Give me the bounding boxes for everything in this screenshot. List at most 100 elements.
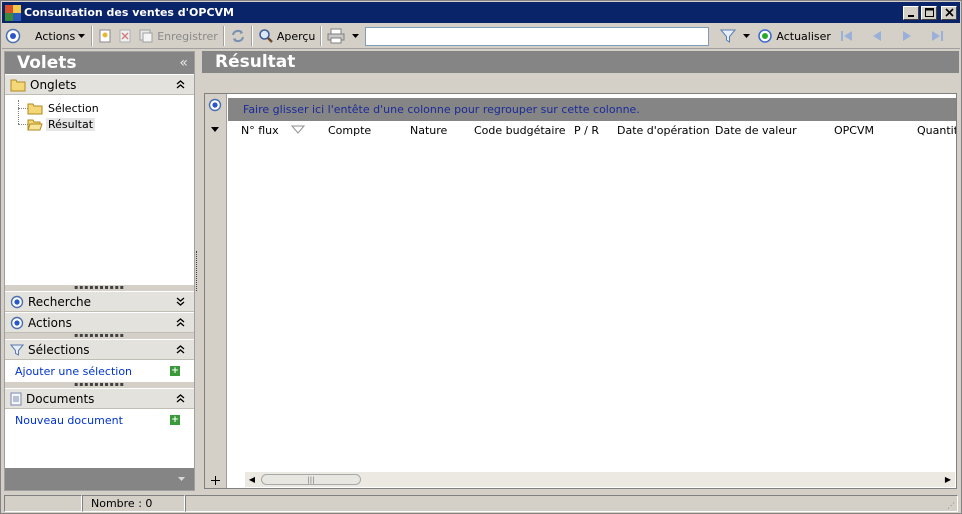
actions-section-header[interactable]: Actions <box>5 312 194 333</box>
onglets-label: Onglets <box>30 77 77 92</box>
tree-item-selection[interactable]: Sélection <box>5 100 194 116</box>
column-headers: N° flux Compte Nature Code budgétaire P … <box>228 122 956 139</box>
title-bar[interactable]: Consultation des ventes d'OPCVM <box>2 2 960 23</box>
refresh-button[interactable]: Actualiser <box>754 25 834 47</box>
status-cell-empty <box>4 494 82 512</box>
delete-icon <box>119 29 131 43</box>
tree-item-label: Résultat <box>46 117 96 131</box>
print-button[interactable] <box>324 25 348 47</box>
radio-icon <box>10 295 24 308</box>
magnifier-icon <box>259 29 273 43</box>
minimize-button[interactable] <box>903 5 919 20</box>
window-resize-grip[interactable]: ⋰ <box>947 501 955 510</box>
scroll-right-icon[interactable]: ▶ <box>941 475 955 484</box>
selections-section-header[interactable]: Sélections <box>5 339 194 360</box>
radio-icon <box>10 316 24 329</box>
column-header-date-operation[interactable]: Date d'opération <box>617 124 710 137</box>
minimize-icon <box>908 14 914 17</box>
sync-icon <box>231 29 244 43</box>
collapse-panel-button[interactable]: « <box>179 55 188 71</box>
documents-label: Documents <box>26 391 95 406</box>
toolbar: Actions Enregistrer Aperçu Actualiser <box>2 24 960 49</box>
left-panel-footer[interactable] <box>5 468 194 490</box>
save-label: Enregistrer <box>157 29 218 43</box>
actions-label: Actions <box>28 315 72 330</box>
column-header-quantite[interactable]: Quantit <box>917 124 956 137</box>
radio-toggle-button[interactable] <box>2 25 24 47</box>
volets-header: Volets « <box>5 52 194 74</box>
actions-menu-button[interactable]: Actions <box>32 25 89 47</box>
app-icon <box>5 4 21 21</box>
expand-icon[interactable] <box>211 476 220 485</box>
document-icon <box>10 392 22 405</box>
result-header: Résultat <box>202 51 959 73</box>
previous-page-icon[interactable] <box>870 29 884 43</box>
add-selection-link[interactable]: Ajouter une sélection <box>15 365 132 378</box>
column-header-nature[interactable]: Nature <box>410 124 447 137</box>
status-cell-main: ⋰ <box>185 494 958 512</box>
recherche-section-header[interactable]: Recherche <box>5 291 194 312</box>
add-icon[interactable]: + <box>170 415 180 425</box>
save-button[interactable]: Enregistrer <box>135 25 221 47</box>
next-page-icon[interactable] <box>900 29 914 43</box>
volets-title: Volets <box>17 53 77 73</box>
chevron-down-icon[interactable] <box>211 127 219 132</box>
horizontal-scrollbar[interactable]: ◀ ||| ▶ <box>245 472 955 487</box>
filter-button[interactable] <box>717 25 739 47</box>
chevron-double-up-icon <box>176 345 185 354</box>
group-hint-text: Faire glisser ici l'entête d'une colonne… <box>243 103 640 116</box>
chevron-double-up-icon <box>176 80 185 89</box>
radio-icon[interactable] <box>208 98 222 112</box>
scrollbar-thumb[interactable]: ||| <box>261 474 361 485</box>
refresh-icon <box>758 29 773 43</box>
column-header-opcvm[interactable]: OPCVM <box>834 124 874 137</box>
column-header-date-valeur[interactable]: Date de valeur <box>715 124 797 137</box>
column-header-p-r[interactable]: P / R <box>574 124 599 137</box>
application-window: Consultation des ventes d'OPCVM Actions <box>0 0 962 514</box>
first-page-icon[interactable] <box>840 29 854 43</box>
filter-icon <box>10 344 24 356</box>
column-header-numero-flux[interactable]: N° flux <box>241 124 279 137</box>
group-by-area[interactable]: Faire glisser ici l'entête d'une colonne… <box>228 98 956 121</box>
chevron-down-icon <box>78 34 86 38</box>
folder-icon <box>10 79 26 91</box>
status-bar: Nombre : 0 ⋰ <box>2 493 960 513</box>
filter-dropdown-button[interactable] <box>739 25 754 47</box>
new-document-icon <box>99 29 111 43</box>
maximize-icon <box>924 8 934 17</box>
printer-icon <box>327 28 345 44</box>
chevron-double-up-icon <box>176 318 185 327</box>
sort-indicator-icon <box>291 125 305 134</box>
chevron-down-icon <box>743 34 751 38</box>
delete-button[interactable] <box>115 25 135 47</box>
print-dropdown-button[interactable] <box>348 25 363 47</box>
new-document-button[interactable] <box>95 25 115 47</box>
tree-item-label: Sélection <box>48 101 99 115</box>
column-header-code-budgetaire[interactable]: Code budgétaire <box>474 124 566 137</box>
grid-gutter <box>205 94 227 488</box>
sync-button[interactable] <box>227 25 249 47</box>
search-input[interactable] <box>365 26 710 46</box>
close-icon <box>944 8 954 17</box>
add-icon[interactable]: + <box>170 366 180 376</box>
record-count: Nombre : 0 <box>91 496 153 510</box>
tree-item-resultat[interactable]: Résultat <box>5 116 194 132</box>
maximize-button[interactable] <box>921 5 937 20</box>
column-header-compte[interactable]: Compte <box>328 124 371 137</box>
result-title: Résultat <box>215 52 296 72</box>
open-folder-icon <box>27 119 43 130</box>
documents-section-header[interactable]: Documents <box>5 388 194 409</box>
onglets-section-header[interactable]: Onglets <box>5 74 194 95</box>
window-title: Consultation des ventes d'OPCVM <box>24 6 234 19</box>
chevron-double-down-icon <box>176 297 185 306</box>
radio-icon <box>5 28 21 44</box>
recherche-label: Recherche <box>28 294 92 309</box>
last-page-icon[interactable] <box>930 29 944 43</box>
scroll-left-icon[interactable]: ◀ <box>245 475 259 484</box>
new-document-link[interactable]: Nouveau document <box>15 414 123 427</box>
panel-splitter[interactable] <box>196 251 200 291</box>
onglets-tree: Sélection Résultat <box>5 95 194 285</box>
preview-button[interactable]: Aperçu <box>255 25 319 47</box>
close-button[interactable] <box>941 5 957 20</box>
preview-label: Aperçu <box>276 29 316 43</box>
